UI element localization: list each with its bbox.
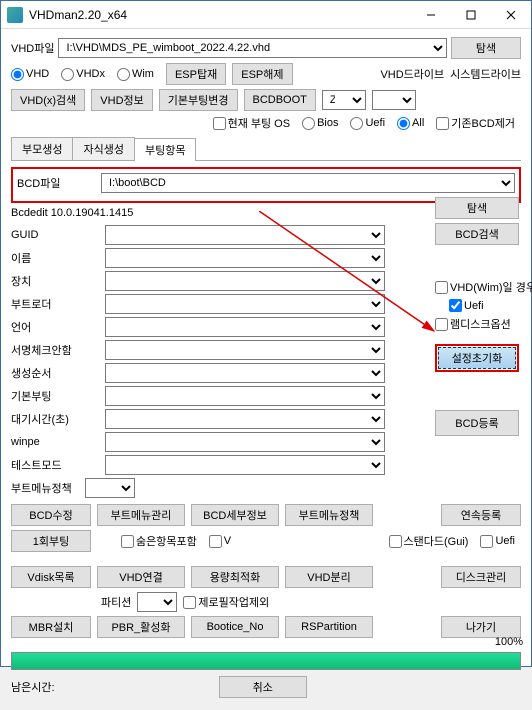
bootloader-select[interactable] bbox=[105, 294, 385, 314]
standard-gui-check[interactable]: 스탠다드(Gui) bbox=[389, 533, 469, 549]
sysdrive-label: 시스템드라이브 bbox=[450, 66, 521, 82]
name-select[interactable] bbox=[105, 248, 385, 268]
minimize-button[interactable] bbox=[411, 1, 451, 29]
winpe-select[interactable] bbox=[105, 432, 385, 452]
guid-select[interactable] bbox=[105, 225, 385, 245]
partition-label: 파티션 bbox=[101, 594, 131, 610]
signcheck-select[interactable] bbox=[105, 340, 385, 360]
order-select[interactable] bbox=[105, 363, 385, 383]
vhddrive-label: VHD드라이브 bbox=[380, 66, 444, 82]
winpe-label: winpe bbox=[11, 436, 101, 448]
order-label: 생성순서 bbox=[11, 365, 101, 381]
progress-percent: 100% bbox=[495, 636, 523, 648]
esp-release-button[interactable]: ESP해제 bbox=[232, 63, 292, 85]
testmode-select[interactable] bbox=[105, 455, 385, 475]
drive-sys-select[interactable] bbox=[372, 90, 416, 110]
app-icon bbox=[7, 7, 23, 23]
reset-settings-highlight: 설정초기화 bbox=[435, 344, 519, 372]
uefi2-check[interactable]: Uefi bbox=[480, 535, 515, 548]
progress-bar bbox=[11, 652, 521, 670]
basic-boot-change-button[interactable]: 기본부팅변경 bbox=[159, 89, 238, 111]
waitsec-select[interactable] bbox=[105, 409, 385, 429]
cancel-button[interactable]: 취소 bbox=[219, 676, 307, 698]
bootloader-label: 부트로더 bbox=[11, 296, 101, 312]
radio-vhd[interactable]: VHD bbox=[11, 68, 49, 81]
vhd-split-button[interactable]: VHD분리 bbox=[285, 566, 373, 588]
vhd-file-label: VHD파일 bbox=[11, 40, 54, 56]
basicboot-select[interactable] bbox=[105, 386, 385, 406]
bcd-detail-button[interactable]: BCD세부정보 bbox=[191, 504, 279, 526]
device-select[interactable] bbox=[105, 271, 385, 291]
reset-settings-button[interactable]: 설정초기화 bbox=[438, 347, 516, 369]
esp-mount-button[interactable]: ESP탑재 bbox=[166, 63, 226, 85]
vhd-file-select[interactable]: I:\VHD\MDS_PE_wimboot_2022.4.22.vhd bbox=[58, 38, 447, 58]
vhdx-search-button[interactable]: VHD(x)검색 bbox=[11, 89, 85, 111]
bcd-file-select[interactable]: I:\boot\BCD bbox=[101, 173, 515, 193]
tab-parent[interactable]: 부모생성 bbox=[11, 137, 73, 160]
radio-all[interactable]: All bbox=[397, 117, 424, 130]
remaining-time-label: 남은시간: bbox=[11, 679, 55, 695]
radio-vhdx[interactable]: VHDx bbox=[61, 68, 105, 81]
radio-wim[interactable]: Wim bbox=[117, 68, 154, 81]
window-title: VHDman2.20_x64 bbox=[29, 8, 411, 22]
exit-button[interactable]: 나가기 bbox=[441, 616, 521, 638]
vdisk-list-button[interactable]: Vdisk목록 bbox=[11, 566, 91, 588]
bcd-file-label: BCD파일 bbox=[17, 175, 97, 191]
bcd-edit-button[interactable]: BCD수정 bbox=[11, 504, 91, 526]
browse-vhd-button[interactable]: 탐색 bbox=[451, 37, 521, 59]
tab-child[interactable]: 자식생성 bbox=[72, 137, 134, 160]
vhd-connect-button[interactable]: VHD연결 bbox=[97, 566, 185, 588]
bootmenu-mgmt-button[interactable]: 부트메뉴관리 bbox=[97, 504, 185, 526]
capacity-opt-button[interactable]: 용량최적화 bbox=[191, 566, 279, 588]
device-label: 장치 bbox=[11, 273, 101, 289]
language-select[interactable] bbox=[105, 317, 385, 337]
basicboot-label: 기본부팅 bbox=[11, 388, 101, 404]
rspartition-button[interactable]: RSPartition bbox=[285, 616, 373, 638]
testmode-label: 테스트모드 bbox=[11, 457, 101, 473]
tab-boot-item[interactable]: 부팅항목 bbox=[134, 138, 196, 161]
remove-bcd-check[interactable]: 기존BCD제거 bbox=[436, 115, 515, 131]
drive-z-select[interactable]: Z: bbox=[322, 90, 366, 110]
pbr-button[interactable]: PBR_활성화 bbox=[97, 616, 185, 638]
one-boot-button[interactable]: 1회부팅 bbox=[11, 530, 91, 552]
vhd-info-button[interactable]: VHD정보 bbox=[91, 89, 152, 111]
name-label: 이름 bbox=[11, 250, 101, 266]
cont-register-button[interactable]: 연속등록 bbox=[441, 504, 521, 526]
bcd-search-button[interactable]: BCD검색 bbox=[435, 223, 519, 245]
v-check[interactable]: V bbox=[209, 535, 231, 548]
guid-label: GUID bbox=[11, 229, 101, 241]
bootice-button[interactable]: Bootice_No bbox=[191, 616, 279, 638]
current-boot-os-check[interactable]: 현재 부팅 OS bbox=[213, 115, 291, 131]
partition-select[interactable]: 1 bbox=[137, 592, 177, 612]
mbr-button[interactable]: MBR설치 bbox=[11, 616, 91, 638]
waitsec-label: 대기시간(초) bbox=[11, 411, 101, 427]
signcheck-label: 서명체크안함 bbox=[11, 342, 101, 358]
radio-uefi[interactable]: Uefi bbox=[350, 117, 385, 130]
language-label: 언어 bbox=[11, 319, 101, 335]
maximize-button[interactable] bbox=[451, 1, 491, 29]
titlebar: VHDman2.20_x64 bbox=[1, 1, 531, 29]
ramdisc-check[interactable]: 램디스크옵션 bbox=[435, 316, 513, 332]
bcdboot-button[interactable]: BCDBOOT bbox=[244, 89, 316, 111]
exclude-zero-check[interactable]: 제로필작업제외 bbox=[183, 594, 269, 610]
bcd-browse-button[interactable]: 탐색 bbox=[435, 197, 519, 219]
bcd-register-button[interactable]: BCD등록 bbox=[435, 410, 519, 436]
bootmenu-policy-select[interactable] bbox=[85, 478, 135, 498]
vhd-wim-case-check[interactable]: VHD(Wim)일 경우 bbox=[435, 279, 513, 295]
bootmenu-policy-button[interactable]: 부트메뉴정책 bbox=[285, 504, 373, 526]
bootmenu-policy-label: 부트메뉴정책 bbox=[11, 480, 81, 496]
disk-mgmt-button[interactable]: 디스크관리 bbox=[441, 566, 521, 588]
tabs: 부모생성 자식생성 부팅항목 bbox=[11, 137, 521, 161]
close-button[interactable] bbox=[491, 1, 531, 29]
radio-bios[interactable]: Bios bbox=[302, 117, 338, 130]
uefi-check[interactable]: Uefi bbox=[449, 299, 513, 312]
hide-item-check[interactable]: 숨은항목포함 bbox=[121, 533, 197, 549]
